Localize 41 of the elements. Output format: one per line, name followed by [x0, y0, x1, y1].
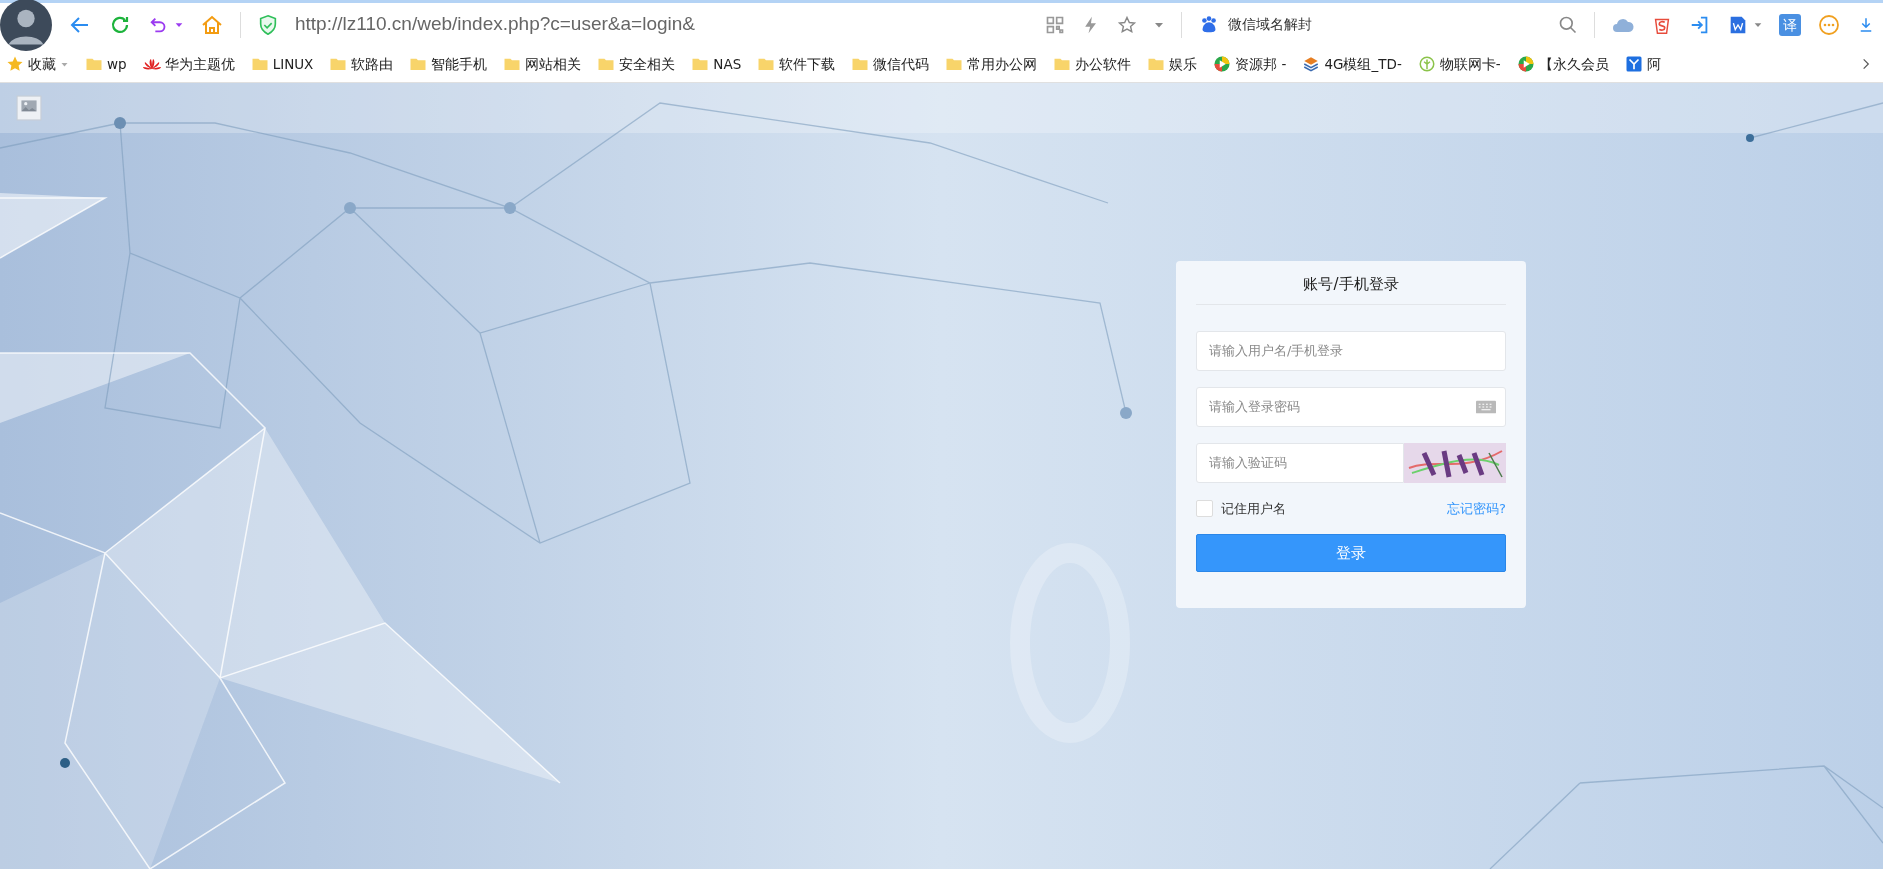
app-icon: [1624, 55, 1643, 73]
bookmark-link[interactable]: wp: [85, 51, 127, 77]
bookmark-link[interactable]: NAS: [691, 51, 742, 77]
search-field[interactable]: 微信域名解封: [1198, 13, 1578, 36]
bookmark-link[interactable]: 物联网卡-: [1417, 51, 1501, 77]
bookmark-link[interactable]: 【永久会员: [1516, 51, 1609, 77]
bookmark-link[interactable]: 微信代码: [851, 51, 930, 77]
petals-icon: [142, 58, 161, 70]
bookmark-link[interactable]: 软路由: [329, 51, 394, 77]
bookmark-link[interactable]: 软件下载: [757, 51, 836, 77]
bookmark-link[interactable]: 收藏: [6, 51, 69, 77]
bookmark-link[interactable]: 娱乐: [1147, 51, 1198, 77]
avatar-icon[interactable]: [0, 0, 52, 51]
address-bar[interactable]: http://lz110.cn/web/index.php?c=user&a=login&: [295, 10, 1029, 39]
bookmark-link[interactable]: 常用办公网: [945, 51, 1038, 77]
star-icon[interactable]: [1117, 14, 1137, 35]
bookmark-link[interactable]: 网站相关: [503, 51, 582, 77]
play-icon: [1516, 55, 1535, 73]
remember-label: 记住用户名: [1221, 499, 1286, 518]
bookmark-link[interactable]: 4G模组_TD-: [1302, 51, 1402, 77]
bookmark-link[interactable]: 智能手机: [409, 51, 488, 77]
login-title: 账号/手机登录: [1196, 269, 1506, 305]
bookmark-link[interactable]: 安全相关: [597, 51, 676, 77]
search-icon: [1558, 14, 1578, 35]
bookmark-link[interactable]: 华为主题优: [142, 51, 235, 77]
username-field[interactable]: 请输入用户名/手机登录: [1196, 330, 1506, 371]
bookmark-link[interactable]: 阿: [1624, 51, 1661, 77]
bookmark-link[interactable]: 办公软件: [1053, 51, 1132, 77]
bookmark-link[interactable]: LINUX: [250, 51, 314, 77]
shield-icon: [257, 13, 279, 36]
captcha-field[interactable]: 请输入验证码: [1196, 442, 1404, 483]
star-icon: [6, 55, 24, 73]
broken-image-icon: [16, 95, 42, 121]
password-field[interactable]: 请输入登录密码: [1196, 386, 1506, 427]
remember-checkbox[interactable]: [1196, 499, 1213, 517]
layers-icon: [1302, 55, 1321, 73]
qr-code-icon[interactable]: [1045, 14, 1065, 35]
more-icon[interactable]: [1817, 12, 1841, 37]
bookmark-link[interactable]: 资源邦 -: [1213, 51, 1287, 77]
play-icon: [1213, 55, 1232, 73]
leaf-icon: [1417, 55, 1436, 73]
